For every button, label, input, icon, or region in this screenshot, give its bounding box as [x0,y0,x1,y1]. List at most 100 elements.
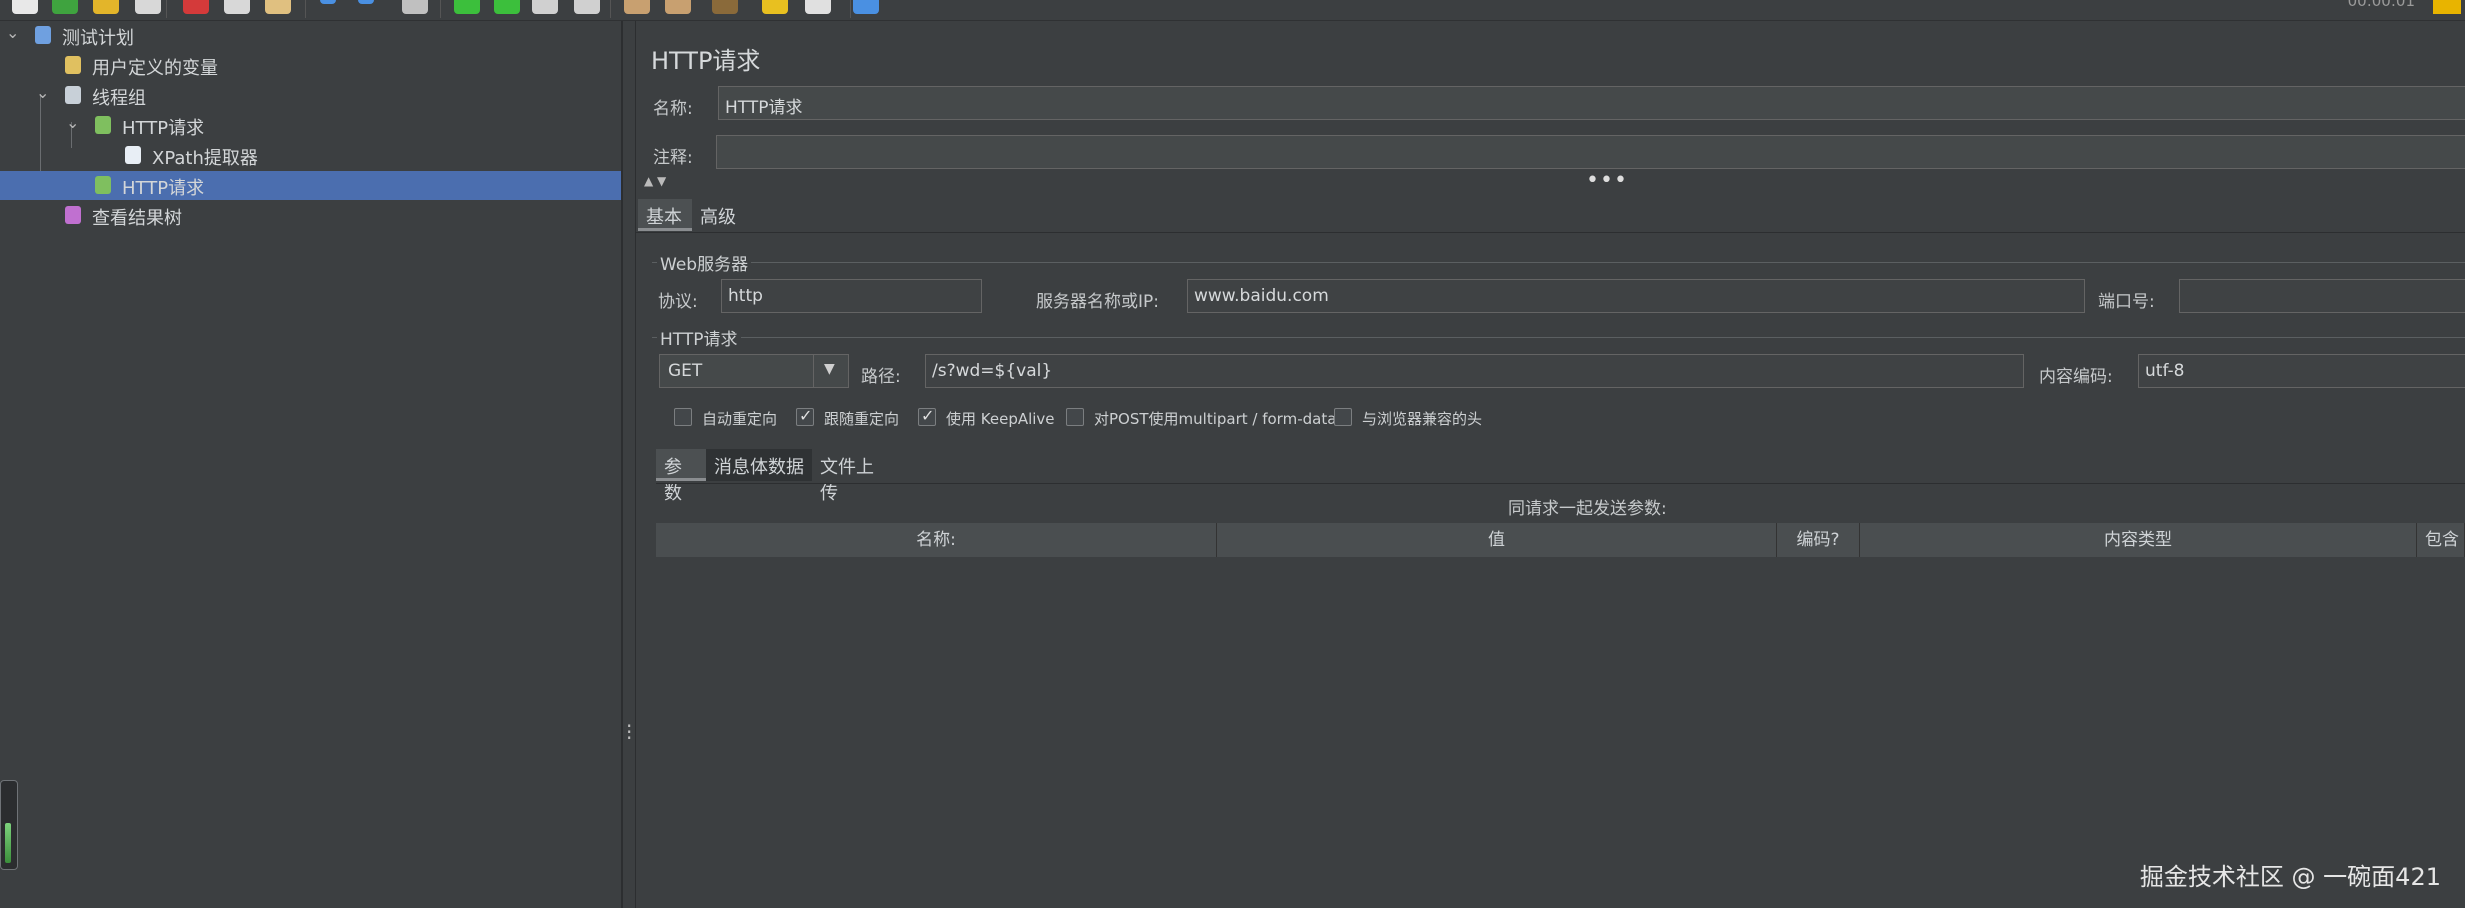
drag-handle-icon[interactable]: ••• [1586,168,1628,193]
column-header-value[interactable]: 值 [1217,523,1777,557]
checkmark-icon: ✓ [921,406,935,425]
clear-all-icon[interactable] [665,0,691,14]
tree-item-view-results-tree[interactable]: 查看结果树 [0,201,621,230]
group-border [652,337,2465,338]
collapse-bar[interactable]: ▲ ▼ ••• [636,168,2465,193]
chevron-down-icon[interactable]: ⌄ [6,23,19,42]
tab-file-upload[interactable]: 文件上传 [812,449,898,504]
tree-item-label: XPath提取器 [152,148,258,169]
protocol-label: 协议: [658,292,698,312]
toolbar-separator [440,0,441,18]
option-label[interactable]: 对POST使用multipart / form-data [1094,408,1336,429]
option-checkbox[interactable] [1334,408,1352,426]
tree-item-label: 测试计划 [62,28,134,49]
tree-item-test-plan[interactable]: ⌄ 测试计划 [0,21,621,50]
protocol-field[interactable]: http [721,279,982,313]
copy-icon[interactable] [224,0,250,14]
column-header-encode[interactable]: 编码? [1777,523,1860,557]
column-header-content-type[interactable]: 内容类型 [1860,523,2417,557]
comment-label: 注释: [653,148,693,168]
chevron-down-icon[interactable]: ▼ [813,355,848,387]
tab-parameters[interactable]: 参数 [656,449,706,504]
tab-advanced[interactable]: 高级 [692,199,746,231]
toolbar-separator [305,0,306,18]
collapse-icon[interactable] [358,0,374,4]
pipette-icon [90,113,116,137]
web-server-group-title: Web服务器 [657,250,752,275]
cut-icon[interactable] [183,0,209,14]
comment-field[interactable] [716,135,2465,169]
function-helper-icon[interactable] [805,0,831,14]
toolbar-separator [850,0,851,18]
path-field[interactable]: /s?wd=${val} [925,354,2024,388]
divider [656,483,2465,484]
method-select[interactable]: GET ▼ [659,354,849,388]
option-label[interactable]: 使用 KeepAlive [946,408,1055,429]
document-icon [120,143,146,167]
save-icon[interactable] [135,0,161,14]
warning-icon[interactable] [2433,0,2461,14]
toolbar-separator [610,0,611,18]
chevron-down-icon[interactable]: ⌄ [36,83,49,102]
encoding-label: 内容编码: [2039,367,2113,387]
help-icon[interactable] [853,0,879,14]
toolbar: 00:00:01 [0,0,2465,21]
tree-item-http-request-2[interactable]: HTTP请求 [0,171,621,200]
page-title: HTTP请求 [651,47,761,75]
option-label[interactable]: 自动重定向 [702,408,777,429]
params-table-body[interactable] [656,557,2465,908]
http-request-panel: HTTP请求 名称: HTTP请求 注释: ▲ ▼ ••• 基本 高级 Web服… [636,21,2465,908]
gear-icon [60,83,86,107]
option-checkbox[interactable]: ✓ [796,406,814,426]
tools-icon [60,53,86,77]
pane-splitter[interactable]: · · · [623,21,636,908]
collapse-arrows-icon[interactable]: ▲ ▼ [644,174,666,188]
open-icon[interactable] [93,0,119,14]
new-icon[interactable] [12,0,38,14]
server-label: 服务器名称或IP: [1036,292,1159,312]
name-label: 名称: [653,99,693,119]
method-value: GET [668,361,703,381]
start-no-pause-icon[interactable] [494,0,520,14]
checkmark-icon: ✓ [799,406,813,425]
tree-item-user-variables[interactable]: 用户定义的变量 [0,51,621,80]
option-checkbox[interactable]: ✓ [918,406,936,426]
search-icon[interactable] [712,0,738,14]
paste-icon[interactable] [265,0,291,14]
option-checkbox[interactable] [1066,408,1084,426]
tree-item-label: 线程组 [92,88,146,109]
tree-item-label: HTTP请求 [122,178,205,199]
tree-item-label: HTTP请求 [122,118,205,139]
option-label[interactable]: 与浏览器兼容的头 [1362,408,1482,429]
column-header-name[interactable]: 名称: [656,523,1217,557]
tab-basic[interactable]: 基本 [638,199,692,231]
shutdown-icon[interactable] [574,0,600,14]
params-caption: 同请求一起发送参数: [1508,499,1667,519]
column-header-include[interactable]: 包含 [2417,523,2465,557]
tree-item-xpath-extractor[interactable]: XPath提取器 [0,141,621,170]
server-field[interactable]: www.baidu.com [1187,279,2085,313]
expand-icon[interactable] [320,0,336,4]
option-checkbox[interactable] [674,408,692,426]
toolbar-separator [166,0,167,18]
stop-icon[interactable] [532,0,558,14]
reset-search-icon[interactable] [762,0,788,14]
tree-item-thread-group[interactable]: ⌄ 线程组 [0,81,621,110]
chevron-down-icon[interactable]: ⌄ [66,113,79,132]
tab-body-data[interactable]: 消息体数据 [706,449,812,481]
templates-icon[interactable] [52,0,78,14]
tree-item-label: 用户定义的变量 [92,58,218,79]
start-icon[interactable] [454,0,480,14]
clear-icon[interactable] [624,0,650,14]
encoding-field[interactable]: utf-8 [2138,354,2465,388]
memory-gauge [0,780,18,870]
option-label[interactable]: 跟随重定向 [824,408,899,429]
tree-item-label: 查看结果树 [92,208,182,229]
toggle-icon[interactable] [402,0,428,14]
chart-icon [60,203,86,227]
group-border [652,262,2465,263]
watermark: 掘金技术社区 @ 一碗面421 [2139,863,2441,891]
name-field[interactable]: HTTP请求 [718,86,2465,120]
port-field[interactable] [2179,279,2465,313]
tree-item-http-request-1[interactable]: ⌄ HTTP请求 [0,111,621,140]
